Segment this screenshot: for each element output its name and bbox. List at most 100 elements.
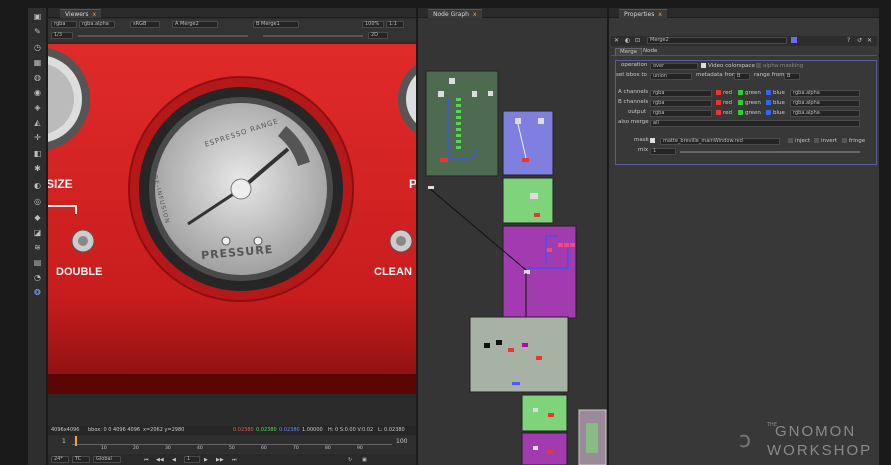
fringe-checkbox[interactable]: fringe bbox=[842, 138, 865, 144]
a-red-checkbox[interactable]: red bbox=[716, 90, 732, 96]
deep-icon[interactable]: ◐ bbox=[31, 179, 44, 191]
metadata-dropdown[interactable]: B bbox=[734, 73, 750, 80]
fps-field[interactable]: 24* bbox=[51, 456, 69, 463]
tick-50: 50 bbox=[229, 446, 235, 451]
ocio-icon[interactable]: ◔ bbox=[31, 271, 44, 283]
playhead[interactable] bbox=[75, 436, 77, 446]
inject-checkbox[interactable]: inject bbox=[788, 138, 810, 144]
tick-40: 40 bbox=[197, 446, 203, 451]
prev-key-button[interactable]: ◀◀ bbox=[156, 455, 164, 465]
output-dropdown[interactable]: rgba bbox=[650, 110, 712, 117]
invert-checkbox[interactable]: invert bbox=[814, 138, 837, 144]
skip-end-button[interactable]: ⏭ bbox=[232, 455, 237, 465]
gamma-slider[interactable] bbox=[263, 35, 363, 37]
loop-icon[interactable]: ↻ bbox=[348, 455, 352, 465]
channels-dropdown[interactable]: rgba bbox=[51, 21, 77, 28]
out-blue-checkbox[interactable]: blue bbox=[766, 110, 785, 116]
tab-node[interactable]: Node bbox=[639, 48, 661, 54]
color-icon[interactable]: ◍ bbox=[31, 71, 44, 83]
a-blue-checkbox[interactable]: blue bbox=[766, 90, 785, 96]
mix-row: mix 1 bbox=[616, 147, 876, 156]
metadata-icon[interactable]: ◆ bbox=[31, 211, 44, 223]
timeline[interactable]: 1 10 20 30 40 50 60 70 80 90 100 bbox=[48, 436, 416, 454]
merge-icon[interactable]: ◭ bbox=[31, 116, 44, 128]
close-node-icon[interactable]: ✕ bbox=[867, 37, 872, 44]
tick-80: 80 bbox=[325, 446, 331, 451]
operation-dropdown[interactable]: over bbox=[650, 63, 698, 70]
help-icon[interactable]: ? bbox=[847, 37, 850, 44]
frame-step-field[interactable]: 1/3 bbox=[51, 32, 73, 39]
keyer-icon[interactable]: ◈ bbox=[31, 101, 44, 113]
b-blue-checkbox[interactable]: blue bbox=[766, 100, 785, 106]
toolsets-icon[interactable]: ◪ bbox=[31, 226, 44, 238]
node-graph-panel[interactable]: Node Graph x bbox=[418, 8, 607, 465]
gain-slider[interactable] bbox=[78, 35, 248, 37]
tab-viewers[interactable]: Viewers x bbox=[60, 9, 102, 18]
current-frame-field[interactable]: 1 bbox=[184, 456, 200, 463]
a-alpha-dropdown[interactable]: rgba.alpha bbox=[790, 90, 860, 97]
a-green-checkbox[interactable]: green bbox=[738, 90, 761, 96]
a-channels-dropdown[interactable]: rgba bbox=[650, 90, 712, 97]
color-swatch-icon[interactable] bbox=[791, 37, 797, 43]
bbox-row: set bbox to union metadata from B range … bbox=[616, 72, 876, 81]
mix-field[interactable]: 1 bbox=[650, 148, 676, 155]
nuke-logo-icon[interactable]: ❂ bbox=[31, 286, 44, 298]
mask-checkbox[interactable] bbox=[650, 138, 657, 144]
play-button[interactable]: ▶ bbox=[204, 455, 208, 465]
also-merge-dropdown[interactable]: all bbox=[650, 120, 860, 127]
ratio-dropdown[interactable]: 1:1 bbox=[386, 21, 404, 28]
tab-properties[interactable]: Properties x bbox=[619, 9, 667, 18]
timeline-end: 100 bbox=[396, 438, 408, 445]
node-graph-canvas[interactable] bbox=[418, 18, 607, 465]
views-icon[interactable]: ◎ bbox=[31, 195, 44, 207]
collapse-icon[interactable]: ◐ bbox=[625, 37, 630, 44]
out-alpha-dropdown[interactable]: rgba.alpha bbox=[790, 110, 860, 117]
also-merge-row: also merge all bbox=[616, 119, 876, 128]
b-red-checkbox[interactable]: red bbox=[716, 100, 732, 106]
tc-dropdown[interactable]: TC bbox=[72, 456, 90, 463]
next-frame-button[interactable]: ▶▶ bbox=[216, 455, 224, 465]
alpha-dropdown[interactable]: rgba.alpha bbox=[79, 21, 115, 28]
timeline-track[interactable] bbox=[72, 444, 392, 445]
a-readout: 1.00000 bbox=[302, 427, 323, 433]
viewer-image[interactable]: SIZE DOUBLE CLEAN P ESPRESSO RANGE PRE-I… bbox=[48, 44, 416, 406]
global-dropdown[interactable]: Global bbox=[93, 456, 121, 463]
b-alpha-dropdown[interactable]: rgba.alpha bbox=[790, 100, 860, 107]
furnace-icon[interactable]: ▤ bbox=[31, 256, 44, 268]
float-icon[interactable]: ⊡ bbox=[635, 37, 640, 44]
a-input-dropdown[interactable]: A Merge2 bbox=[172, 21, 218, 28]
dot-node bbox=[428, 186, 434, 189]
bbox-dropdown[interactable]: union bbox=[650, 73, 692, 80]
properties-tabbar: Properties x bbox=[609, 8, 879, 18]
b-green-checkbox[interactable]: green bbox=[738, 100, 761, 106]
hsv-readout: H: 0 S:0.00 V:0.02 bbox=[328, 427, 374, 433]
b-input-dropdown[interactable]: B Merge1 bbox=[253, 21, 299, 28]
flipbook-icon[interactable]: ▣ bbox=[362, 455, 367, 465]
mix-slider[interactable] bbox=[680, 151, 860, 153]
particle-icon[interactable]: ✱ bbox=[31, 162, 44, 174]
b-channels-dropdown[interactable]: rgba bbox=[650, 100, 712, 107]
close-panel-icon[interactable]: ✕ bbox=[614, 37, 619, 44]
mask-dropdown[interactable]: matte_breville_mainWindow.red bbox=[660, 138, 780, 145]
out-green-checkbox[interactable]: green bbox=[738, 110, 761, 116]
3d-icon[interactable]: ◧ bbox=[31, 147, 44, 159]
mode-dropdown[interactable]: 2D bbox=[368, 32, 388, 39]
colorspace-dropdown[interactable]: sRGB bbox=[130, 21, 160, 28]
revert-icon[interactable]: ↺ bbox=[857, 37, 862, 44]
node-name-field[interactable]: Merge2 bbox=[647, 37, 787, 44]
video-colorspace-checkbox[interactable]: Video colorspace bbox=[701, 63, 755, 69]
paint-brush-icon[interactable]: ✎ bbox=[31, 25, 44, 37]
filter-icon[interactable]: ◉ bbox=[31, 86, 44, 98]
out-red-checkbox[interactable]: red bbox=[716, 110, 732, 116]
time-icon[interactable]: ◷ bbox=[31, 41, 44, 53]
zoom-dropdown[interactable]: 100% bbox=[362, 21, 384, 28]
viewer-tool-icon[interactable]: ▣ bbox=[31, 10, 44, 22]
transform-icon[interactable]: ✛ bbox=[31, 131, 44, 143]
prev-frame-button[interactable]: ◀ bbox=[172, 455, 176, 465]
tab-node-graph[interactable]: Node Graph x bbox=[428, 9, 482, 18]
other-icon[interactable]: ≋ bbox=[31, 241, 44, 253]
channel-icon[interactable]: ▦ bbox=[31, 56, 44, 68]
range-dropdown[interactable]: B bbox=[784, 73, 800, 80]
skip-start-button[interactable]: ⏮ bbox=[144, 455, 149, 465]
alpha-masking-checkbox[interactable]: alpha masking bbox=[756, 63, 803, 69]
